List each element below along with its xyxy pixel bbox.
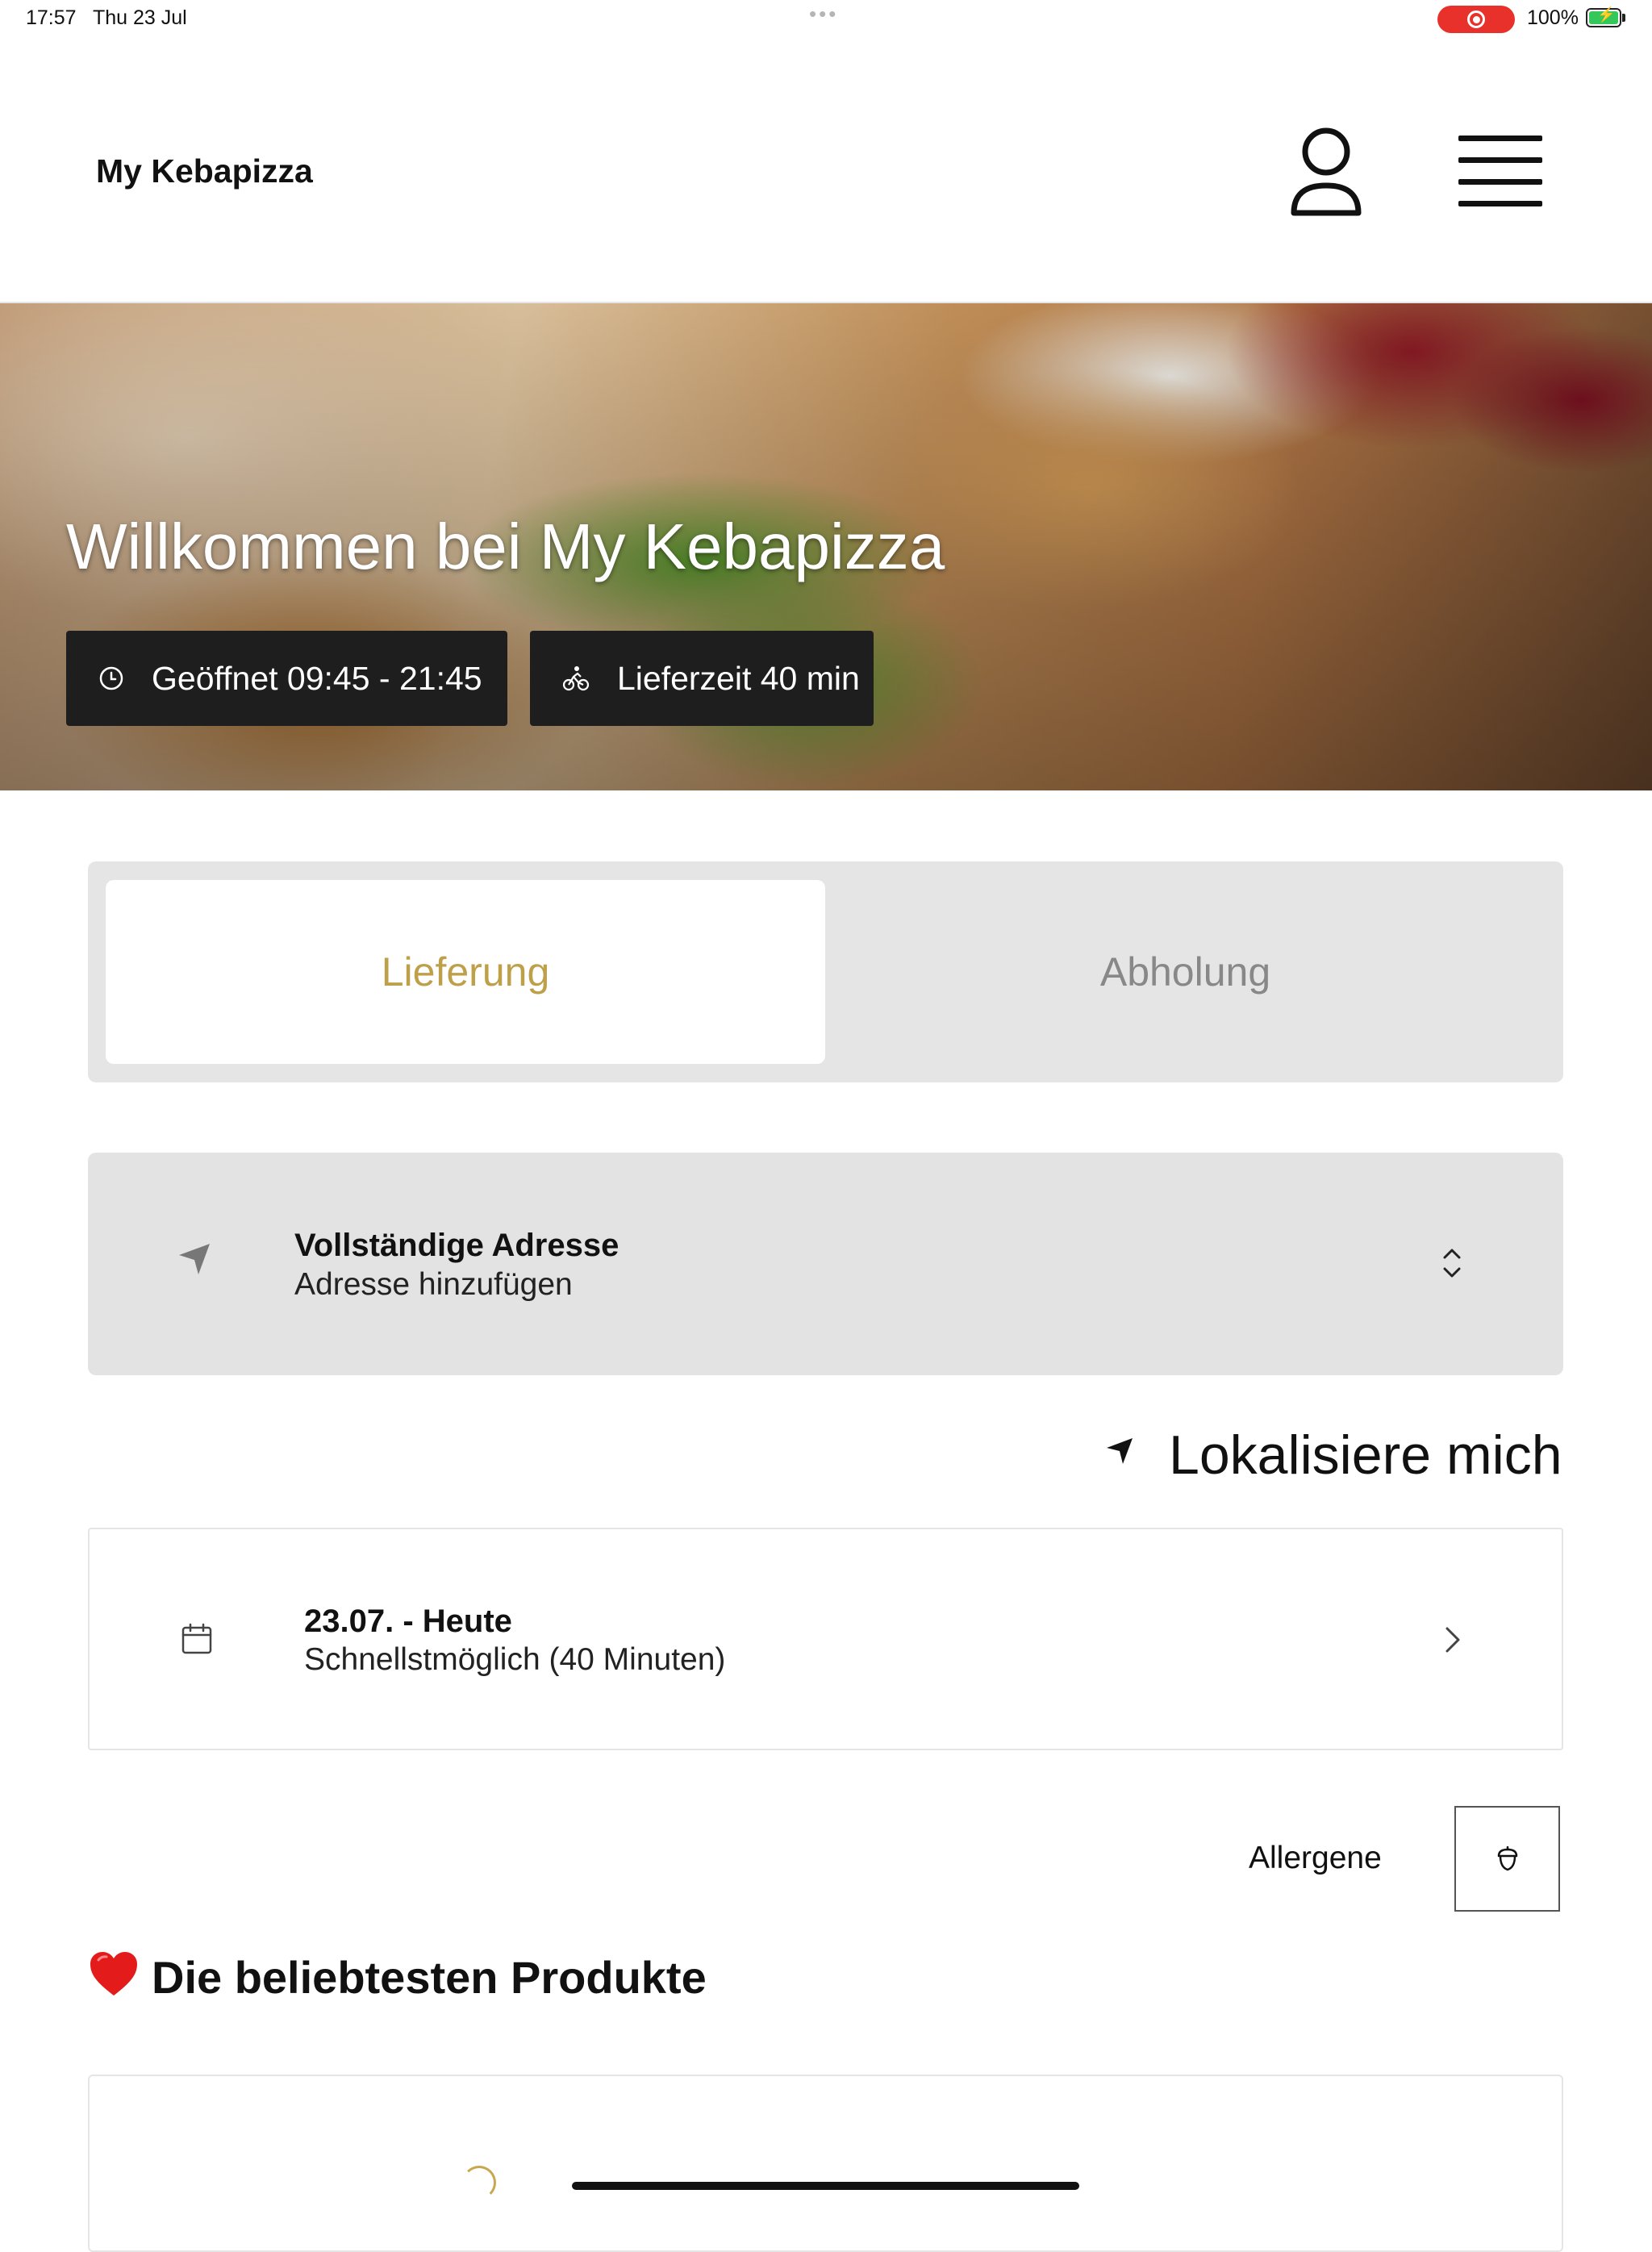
hamburger-line: [1458, 201, 1542, 206]
allergens-label[interactable]: Allergene: [1249, 1841, 1382, 1876]
hero-title: Willkommen bei My Kebapizza: [66, 511, 945, 582]
hamburger-line: [1458, 179, 1542, 185]
multitasking-dots[interactable]: •••: [809, 2, 838, 27]
brand-title[interactable]: My Kebapizza: [96, 152, 313, 190]
heart-icon: [89, 1950, 139, 2001]
battery-tip: [1622, 14, 1625, 22]
allergens-button[interactable]: [1454, 1806, 1560, 1912]
account-button[interactable]: [1287, 123, 1365, 221]
clock-icon: [99, 666, 123, 690]
delivery-time-chip: Lieferzeit 40 min: [530, 631, 874, 726]
record-icon: [1467, 10, 1485, 28]
user-icon: [1291, 127, 1362, 216]
screen-recording-indicator[interactable]: [1437, 6, 1515, 33]
hamburger-menu-icon: [1458, 136, 1542, 141]
chevron-up-down-icon: [1441, 1246, 1463, 1284]
delivery-time-text: Lieferzeit 40 min: [617, 659, 860, 697]
opening-hours-text: Geöffnet 09:45 - 21:45: [152, 659, 482, 697]
address-subtitle: Adresse hinzufügen: [294, 1267, 573, 1302]
acorn-icon: [1497, 1845, 1517, 1870]
opening-hours-chip: Geöffnet 09:45 - 21:45: [66, 631, 507, 726]
tab-lieferung[interactable]: Lieferung: [106, 880, 825, 1064]
schedule-title: 23.07. - Heute: [304, 1604, 512, 1639]
address-title: Vollständige Adresse: [294, 1228, 620, 1263]
locate-arrow-icon[interactable]: [1105, 1437, 1134, 1470]
tab-abholung[interactable]: Abholung: [825, 880, 1546, 1064]
menu-button[interactable]: [1458, 136, 1542, 206]
schedule-subtitle: Schnellstmöglich (40 Minuten): [304, 1642, 726, 1677]
popular-products-title: Die beliebtesten Produkte: [152, 1952, 707, 2003]
tab-abholung-label: Abholung: [1099, 949, 1271, 995]
status-time: 17:57: [26, 6, 77, 29]
bicycle-icon: [562, 666, 590, 691]
chevron-right-icon: [1444, 1626, 1462, 1658]
calendar-icon: [181, 1623, 213, 1659]
hamburger-line: [1458, 157, 1542, 163]
battery-percent: 100%: [1527, 6, 1579, 29]
hero-banner: Willkommen bei My Kebapizza Geöffnet 09:…: [0, 303, 1652, 790]
product-card[interactable]: [88, 2075, 1563, 2252]
home-indicator[interactable]: [572, 2182, 1079, 2190]
address-selector[interactable]: [88, 1153, 1563, 1375]
tab-lieferung-label: Lieferung: [381, 949, 550, 995]
battery-icon: [1586, 6, 1621, 27]
locate-me-button[interactable]: Lokalisiere mich: [1169, 1424, 1562, 1487]
status-date: Thu 23 Jul: [93, 6, 187, 29]
location-arrow-icon: [177, 1242, 211, 1280]
loading-icon: [462, 2166, 496, 2200]
